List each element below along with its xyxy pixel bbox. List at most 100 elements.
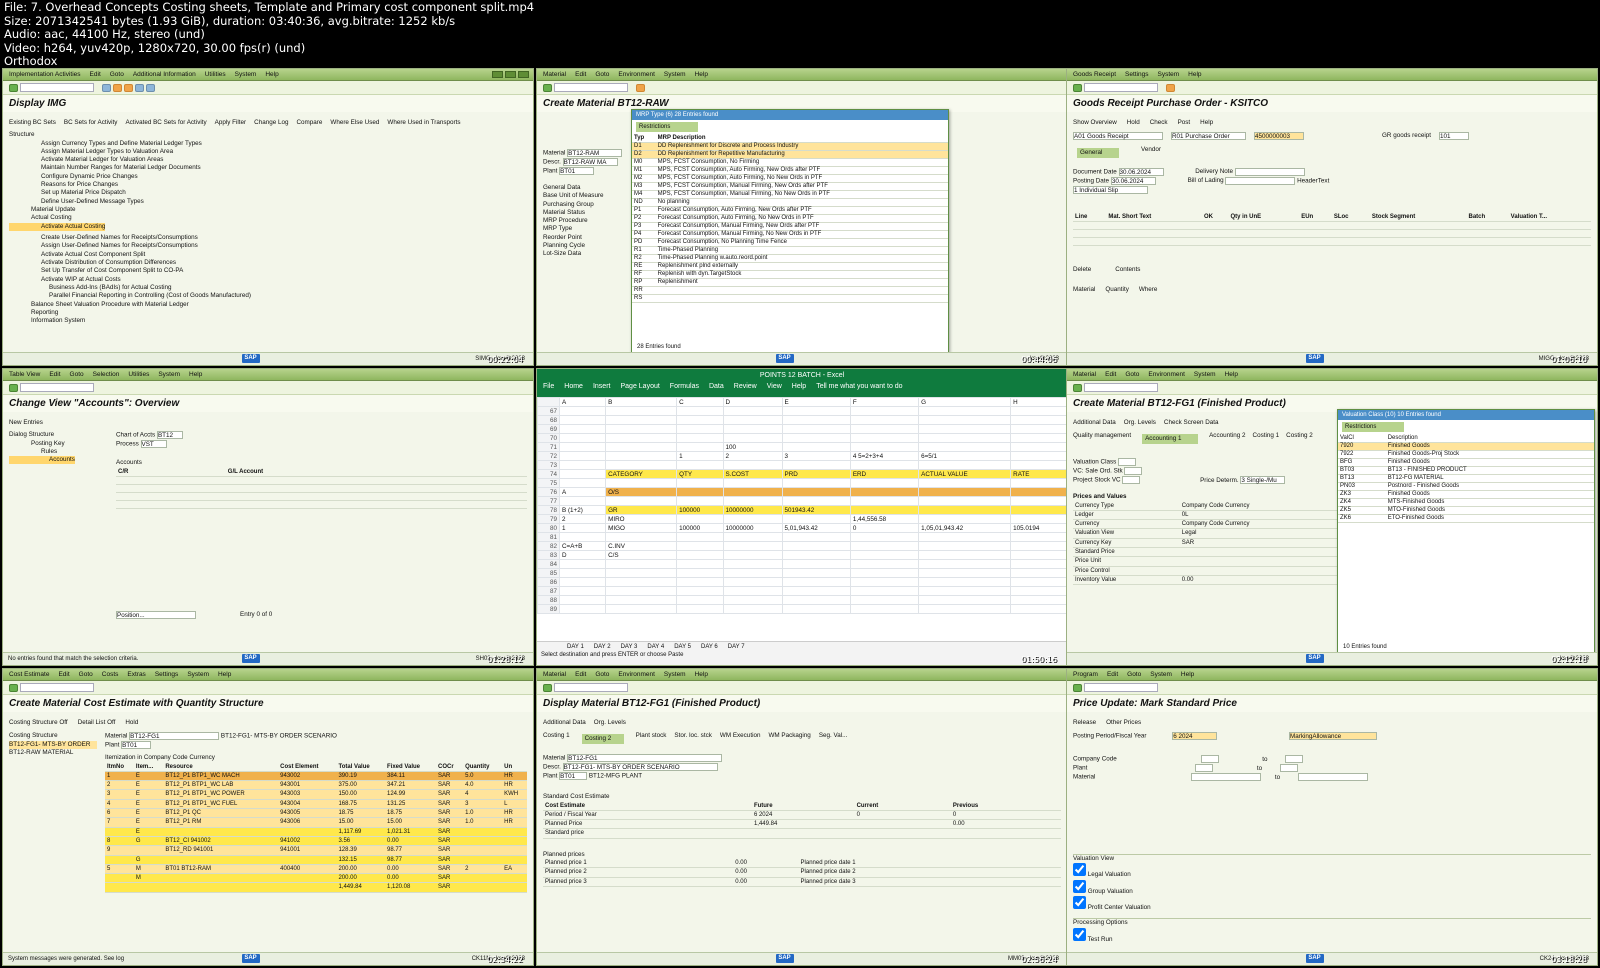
menu-item[interactable]: System xyxy=(235,71,257,78)
plant-from[interactable] xyxy=(1195,764,1214,773)
menu-item[interactable]: Help xyxy=(189,371,202,378)
menu-item[interactable]: Table View xyxy=(9,371,40,378)
spreadsheet-row[interactable]: 80 1 MIGO 100000 10000000 5,01,943.42 0 1,05,01… xyxy=(537,523,1067,533)
tab-storage-location-stock[interactable]: Stor. loc. stck xyxy=(674,732,711,746)
tab-costing-2[interactable]: Costing 2 xyxy=(1286,432,1313,446)
menu-item[interactable]: System xyxy=(1150,671,1172,678)
hold-button[interactable]: Hold xyxy=(125,719,138,727)
tree-item-selected[interactable]: Activate Actual Costing xyxy=(9,222,106,231)
table-row[interactable]: R2 Time-Phased Planning w.auto.reord.poin… xyxy=(632,254,948,263)
spreadsheet-row[interactable]: 83 D C/S xyxy=(537,550,1067,560)
table-row[interactable]: P2 Forecast Consumption, Auto Firming, No… xyxy=(632,214,948,223)
menu-item[interactable]: System xyxy=(158,371,180,378)
table-row[interactable]: M 200.00 0.00 SAR xyxy=(105,873,527,884)
tab-costing-1[interactable]: Costing 1 xyxy=(543,732,570,746)
table-row[interactable]: RR xyxy=(632,286,948,295)
sheet-tab[interactable]: DAY 5 xyxy=(674,644,691,650)
menu-item[interactable]: Settings xyxy=(1125,71,1149,78)
table-row[interactable]: RE Replenishment plnd externally xyxy=(632,262,948,271)
plant-value[interactable]: BT01 xyxy=(559,166,595,175)
menu-item[interactable]: Edit xyxy=(575,71,586,78)
tree-node[interactable]: BT12-RAW MATERIAL xyxy=(9,749,97,757)
table-row[interactable]: P3 Forecast Consumption, Manual Firming, … xyxy=(632,222,948,231)
sheet-tab[interactable]: DAY 3 xyxy=(621,644,638,650)
spreadsheet-row[interactable]: 71 100 xyxy=(537,442,1067,452)
spreadsheet-row[interactable]: 67 xyxy=(537,406,1067,416)
command-field[interactable] xyxy=(1084,383,1158,392)
enter-icon[interactable] xyxy=(9,83,18,92)
valuation-class-input[interactable] xyxy=(1118,458,1137,467)
ribbon-tab[interactable]: Help xyxy=(792,383,806,390)
spreadsheet-row[interactable]: 79 2 MIRO 1,44,556.58 xyxy=(537,514,1067,524)
table-row[interactable]: M0 MPS, FCST Consumption, No Firming xyxy=(632,158,948,167)
spreadsheet-row[interactable]: 74 CATEGORY QTY S.COST PRD ERD ACTUAL VALUE RAT… xyxy=(537,469,1067,479)
spreadsheet-row[interactable]: 75 xyxy=(537,478,1067,488)
menu-item[interactable]: Goto xyxy=(595,671,609,678)
enter-icon[interactable] xyxy=(1073,383,1082,392)
menu-item[interactable]: Goto xyxy=(110,71,124,78)
material-to[interactable] xyxy=(1297,773,1368,782)
hold-button[interactable]: Hold xyxy=(1127,119,1140,127)
table-row[interactable]: M2 MPS, FCST Consumption, Auto Firming, N… xyxy=(632,174,948,183)
movement-type-input[interactable]: 101 xyxy=(1439,132,1470,141)
delivery-note-input[interactable] xyxy=(1234,167,1305,176)
change-log-button[interactable]: Change Log xyxy=(254,119,288,127)
menu-item[interactable]: Material xyxy=(543,671,566,678)
group-valuation-checkbox[interactable] xyxy=(1073,879,1086,893)
posting-date-input[interactable]: 30.06.2024 xyxy=(1110,176,1156,185)
tree-item[interactable]: Actual Costing xyxy=(9,214,527,222)
price-determ-input[interactable]: 3 Single-/Mu xyxy=(1240,476,1286,485)
menu-item[interactable]: Edit xyxy=(49,371,60,378)
tree-item[interactable]: Maintain Number Ranges for Material Ledg… xyxy=(9,164,527,172)
back-icon[interactable] xyxy=(113,83,122,92)
tree-item[interactable]: Create User-Defined Names for Receipts/C… xyxy=(9,234,527,242)
costing-structure-button[interactable]: Costing Structure Off xyxy=(9,719,68,727)
project-vc-input[interactable] xyxy=(1122,476,1141,485)
ribbon-tab[interactable]: File xyxy=(543,383,554,390)
menu-item[interactable]: Selection xyxy=(93,371,120,378)
menu-item[interactable]: Help xyxy=(218,671,231,678)
tree-item[interactable]: Material Update xyxy=(9,206,527,214)
minimize-button[interactable] xyxy=(492,71,503,78)
menu-item[interactable]: System xyxy=(1158,71,1180,78)
spreadsheet-row[interactable]: 87 xyxy=(537,586,1067,596)
menu-item[interactable]: Environment xyxy=(618,671,655,678)
menu-item[interactable]: Costs xyxy=(102,671,119,678)
spreadsheet-row[interactable]: 77 xyxy=(537,496,1067,506)
menu-item[interactable]: Edit xyxy=(1105,371,1116,378)
table-row[interactable]: ND No planning xyxy=(632,198,948,207)
tree-item[interactable]: Reasons for Price Changes xyxy=(9,181,527,189)
help-button[interactable]: Help xyxy=(1200,119,1213,127)
ribbon-tab[interactable]: Data xyxy=(709,383,724,390)
activated-bc-sets-button[interactable]: Activated BC Sets for Activity xyxy=(125,119,206,127)
table-row[interactable]: Planned Price 1,449.84 0.00 xyxy=(543,819,1061,830)
table-row[interactable]: ZK5 MTO-Finished Goods xyxy=(1338,506,1594,515)
enter-icon[interactable] xyxy=(543,83,552,92)
command-field[interactable] xyxy=(554,83,628,92)
menu-item[interactable]: Cost Estimate xyxy=(9,671,49,678)
table-row[interactable]: PN03 Postnord - Finished Goods xyxy=(1338,482,1594,491)
table-row[interactable]: G 132.15 98.77 SAR xyxy=(105,855,527,865)
menu-item[interactable]: System xyxy=(664,71,686,78)
menu-item[interactable]: System xyxy=(187,671,209,678)
tab-accounting-2[interactable]: Accounting 2 xyxy=(1209,432,1245,446)
table-row[interactable]: 1,449.84 1,120.08 SAR xyxy=(105,882,527,893)
where-used-transports-button[interactable]: Where Used in Transports xyxy=(387,119,460,127)
spreadsheet-row[interactable]: 69 xyxy=(537,424,1067,434)
reference-select[interactable]: R01 Purchase Order xyxy=(1171,132,1246,141)
table-row[interactable]: E 1,117.69 1,021.31 SAR xyxy=(105,827,527,837)
check-screen-data-button[interactable]: Check Screen Data xyxy=(1164,419,1219,427)
spreadsheet-row[interactable]: 84 xyxy=(537,559,1067,569)
menu-item[interactable]: Utilities xyxy=(128,371,149,378)
table-row[interactable]: BFG Finished Goods xyxy=(1338,458,1594,467)
org-levels-button[interactable]: Org. Levels xyxy=(594,719,626,727)
menu-item[interactable]: Settings xyxy=(155,671,179,678)
tell-me-box[interactable]: Tell me what you want to do xyxy=(816,383,902,390)
close-button[interactable] xyxy=(518,71,529,78)
table-row[interactable]: 8 G BT12_CI 941002 941002 3.56 0.00 SAR xyxy=(105,836,527,847)
new-entries-button[interactable]: New Entries xyxy=(9,419,527,427)
menu-item[interactable]: Goods Receipt xyxy=(1073,71,1116,78)
material-from[interactable] xyxy=(1191,773,1262,782)
release-button[interactable]: Release xyxy=(1073,719,1096,727)
spreadsheet-row[interactable]: 89 xyxy=(537,604,1067,614)
